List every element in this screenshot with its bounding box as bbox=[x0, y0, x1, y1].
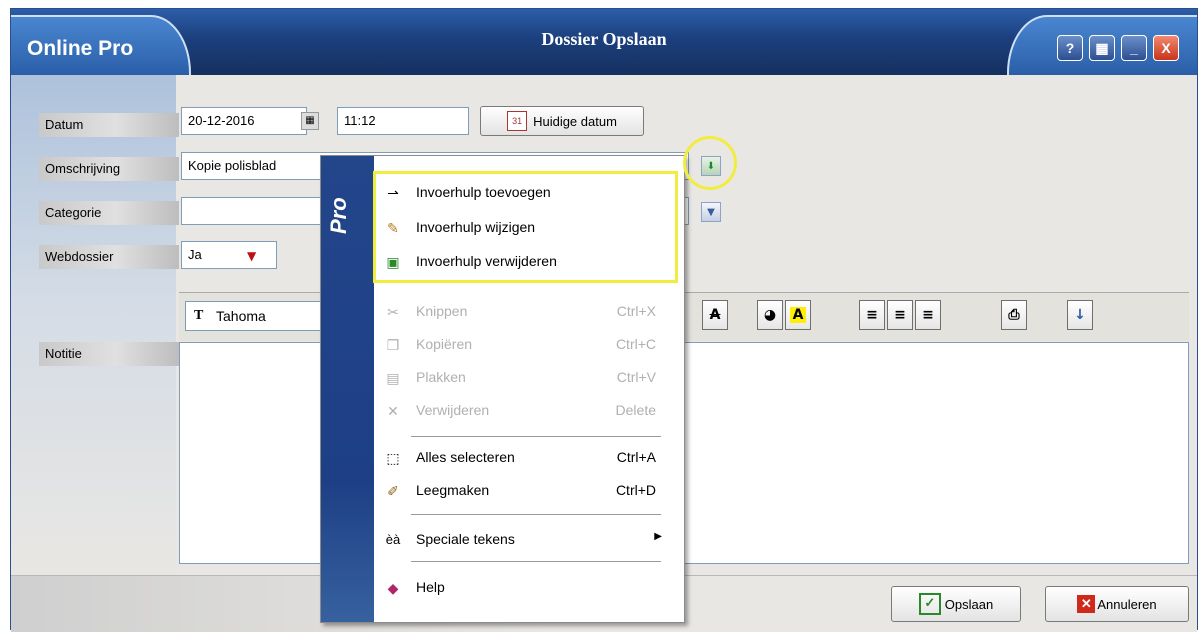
strikethrough-button[interactable]: A bbox=[702, 300, 728, 330]
minimize-icon: _ bbox=[1130, 40, 1138, 56]
menu-separator bbox=[411, 436, 661, 437]
menu-item-label: Invoerhulp toevoegen bbox=[416, 184, 551, 200]
menu-item-invoerhulp-wijzigen[interactable]: ✎ Invoerhulp wijzigen bbox=[376, 213, 682, 243]
calendar-icon: 31 bbox=[507, 111, 528, 131]
menu-item-shortcut: Ctrl+D bbox=[615, 482, 656, 498]
invoerhulp-button[interactable]: ⬇ bbox=[701, 156, 721, 176]
help-icon: ? bbox=[1065, 40, 1075, 56]
select-all-icon: ⬚ bbox=[386, 450, 400, 466]
printer-icon: ⎙ bbox=[1008, 307, 1020, 323]
menu-item-invoerhulp-verwijderen[interactable]: ▣ Invoerhulp verwijderen bbox=[376, 247, 682, 277]
categorie-label: Categorie bbox=[39, 201, 179, 225]
align-center-button[interactable]: ≡ bbox=[887, 300, 913, 330]
download-button[interactable]: ↓ bbox=[1067, 300, 1093, 330]
menu-item-label: Speciale tekens bbox=[416, 531, 515, 547]
special-chars-icon: èà bbox=[385, 532, 401, 547]
menu-item-label: Verwijderen bbox=[416, 402, 490, 418]
notitie-label: Notitie bbox=[39, 342, 179, 366]
menu-item-label: Help bbox=[416, 579, 445, 595]
datum-label: Datum bbox=[39, 113, 179, 137]
align-left-icon: ≡ bbox=[866, 307, 878, 323]
window-controls: ? ▦ _ X bbox=[1007, 15, 1197, 75]
highlight-button[interactable]: A bbox=[785, 300, 811, 330]
menu-item-help[interactable]: ◆ Help bbox=[376, 573, 682, 603]
palette-icon: ◕ bbox=[763, 307, 777, 323]
webdossier-select[interactable]: Ja bbox=[181, 241, 277, 269]
pencil-icon: ✎ bbox=[387, 220, 399, 236]
menu-item-label: Knippen bbox=[416, 303, 468, 319]
help-button[interactable]: ? bbox=[1057, 35, 1083, 61]
menu-item-label: Invoerhulp verwijderen bbox=[416, 253, 557, 269]
submenu-arrow-icon: ▶ bbox=[654, 531, 662, 542]
check-icon: ✓ bbox=[918, 593, 941, 615]
webdossier-label: Webdossier bbox=[39, 245, 179, 269]
side-gradient bbox=[11, 75, 176, 580]
menu-item-knippen[interactable]: ✂ Knippen Ctrl+X bbox=[376, 297, 682, 327]
strikethrough-icon: A bbox=[709, 307, 721, 323]
paste-icon: ▤ bbox=[386, 370, 400, 386]
font-icon: T bbox=[194, 308, 204, 323]
x-icon: ✕ bbox=[387, 403, 399, 419]
text-color-button[interactable]: ◕ bbox=[757, 300, 783, 330]
annuleren-label: Annuleren bbox=[1097, 596, 1157, 612]
menu-item-label: Alles selecteren bbox=[416, 449, 515, 465]
calendar-icon[interactable]: ▦ bbox=[301, 112, 319, 130]
huidige-datum-label: Huidige datum bbox=[533, 113, 617, 129]
align-right-button[interactable]: ≡ bbox=[915, 300, 941, 330]
huidige-datum-button[interactable]: 31 Huidige datum bbox=[480, 106, 644, 136]
menu-item-shortcut: Ctrl+A bbox=[616, 449, 656, 465]
menu-item-invoerhulp-toevoegen[interactable]: ⇀ Invoerhulp toevoegen bbox=[376, 178, 682, 208]
green-arrow-down-icon: ⬇ bbox=[706, 160, 716, 172]
close-button[interactable]: X bbox=[1153, 35, 1179, 61]
time-input[interactable]: 11:12 bbox=[337, 107, 469, 135]
menu-item-shortcut: Ctrl+V bbox=[616, 369, 656, 385]
menu-brand-strip: Pro bbox=[321, 156, 374, 622]
font-name: Tahoma bbox=[216, 308, 266, 324]
broom-icon: ✐ bbox=[387, 483, 399, 499]
document-delete-icon: ▣ bbox=[386, 254, 400, 270]
book-icon: ◆ bbox=[387, 580, 399, 596]
scissors-icon: ✂ bbox=[387, 304, 399, 320]
menu-item-verwijderen[interactable]: ✕ Verwijderen Delete bbox=[376, 396, 682, 426]
menu-item-plakken[interactable]: ▤ Plakken Ctrl+V bbox=[376, 363, 682, 393]
chevron-down-icon: ▼ bbox=[707, 206, 715, 218]
context-menu: Pro ⇀ Invoerhulp toevoegen ✎ Invoerhulp … bbox=[320, 155, 685, 623]
menu-item-shortcut: Ctrl+X bbox=[616, 303, 656, 319]
menu-item-label: Invoerhulp wijzigen bbox=[416, 219, 536, 235]
date-input[interactable]: 20-12-2016 bbox=[181, 107, 307, 135]
annuleren-button[interactable]: ✕ Annuleren bbox=[1045, 586, 1189, 622]
close-icon: X bbox=[1161, 40, 1171, 56]
menu-separator bbox=[411, 514, 661, 515]
menu-item-label: Leegmaken bbox=[416, 482, 490, 498]
arrow-link-icon: ⇀ bbox=[387, 185, 399, 201]
menu-brand: Pro bbox=[326, 197, 351, 234]
align-left-button[interactable]: ≡ bbox=[859, 300, 885, 330]
menu-item-kopieren[interactable]: ❐ Kopiëren Ctrl+C bbox=[376, 330, 682, 360]
menu-item-alles-selecteren[interactable]: ⬚ Alles selecteren Ctrl+A bbox=[376, 443, 682, 473]
menu-item-shortcut: Ctrl+C bbox=[615, 336, 656, 352]
chevron-down-icon[interactable]: ▼ bbox=[247, 249, 256, 263]
omschrijving-label: Omschrijving bbox=[39, 157, 179, 181]
align-right-icon: ≡ bbox=[922, 307, 934, 323]
copy-icon: ❐ bbox=[386, 337, 400, 353]
arrow-down-icon: ↓ bbox=[1074, 307, 1086, 323]
calculator-icon: ▦ bbox=[1095, 39, 1109, 56]
menu-item-speciale-tekens[interactable]: èà Speciale tekens ▶ bbox=[376, 525, 682, 555]
calculator-button[interactable]: ▦ bbox=[1089, 35, 1115, 61]
title-bar: Online Pro Dossier Opslaan ? ▦ _ X bbox=[11, 9, 1197, 75]
menu-item-label: Plakken bbox=[416, 369, 466, 385]
print-button[interactable]: ⎙ bbox=[1001, 300, 1027, 330]
menu-item-shortcut: Delete bbox=[615, 402, 656, 418]
opslaan-label: Opslaan bbox=[944, 596, 994, 612]
menu-item-leegmaken[interactable]: ✐ Leegmaken Ctrl+D bbox=[376, 476, 682, 506]
menu-item-label: Kopiëren bbox=[416, 336, 473, 352]
highlight-icon: A bbox=[789, 307, 807, 323]
align-center-icon: ≡ bbox=[894, 307, 906, 323]
categorie-dropdown-button[interactable]: ▼ bbox=[701, 202, 721, 222]
minimize-button[interactable]: _ bbox=[1121, 35, 1147, 61]
cancel-icon: ✕ bbox=[1077, 595, 1096, 613]
menu-separator bbox=[411, 561, 661, 562]
opslaan-button[interactable]: ✓ Opslaan bbox=[891, 586, 1021, 622]
